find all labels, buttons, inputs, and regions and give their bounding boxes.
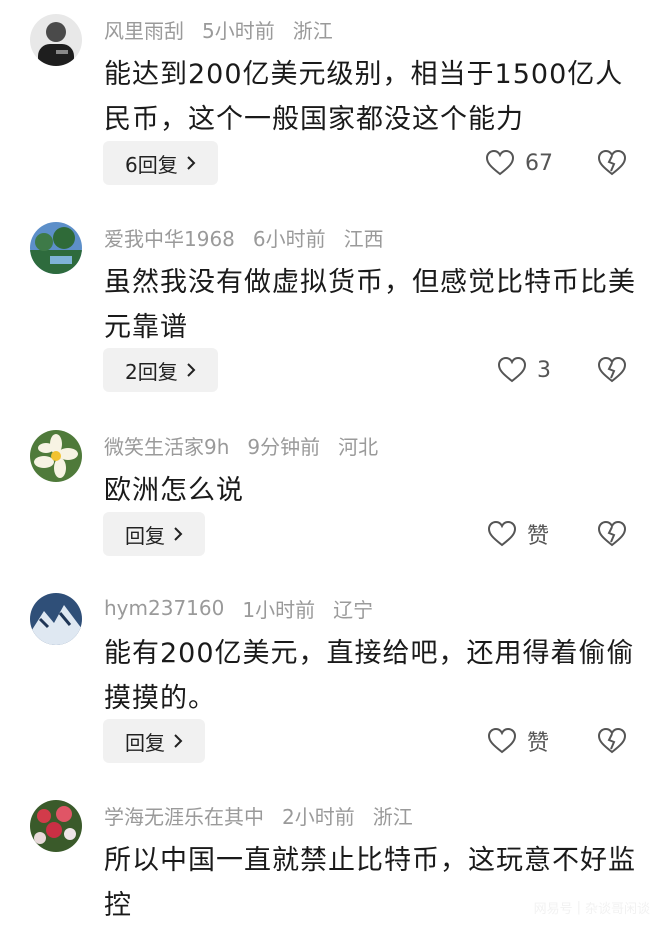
comment-meta: hym237160 1小时前 辽宁: [104, 593, 391, 623]
like-count: 67: [525, 150, 553, 176]
timestamp: 9分钟前: [247, 434, 321, 459]
like-button[interactable]: 3: [497, 348, 551, 392]
chevron-right-icon: [174, 734, 183, 748]
comment-text: 欧洲怎么说: [104, 475, 244, 506]
broken-heart-icon: [597, 520, 627, 547]
chevron-right-icon: [174, 527, 183, 541]
watermark-divider: |: [576, 900, 581, 915]
reply-label: 回复: [125, 523, 165, 548]
heart-outline-icon: [487, 520, 517, 547]
location: 江西: [343, 226, 384, 251]
reply-button[interactable]: 回复: [103, 512, 205, 556]
broken-heart-icon: [597, 356, 627, 383]
location: 浙江: [292, 18, 333, 43]
timestamp: 6小时前: [252, 226, 326, 251]
comment-text: 能达到200亿美元级别，相当于1500亿人民币，这个一般国家都没这个能力: [104, 59, 624, 135]
like-count: 赞: [527, 731, 550, 756]
avatar[interactable]: [30, 593, 82, 645]
location: 浙江: [372, 804, 413, 829]
like-count: 3: [537, 357, 551, 383]
watermark-account: 杂谈哥闲谈: [584, 902, 650, 917]
comment-meta: 风里雨刮 5小时前 浙江: [104, 14, 351, 44]
chevron-right-icon: [187, 156, 196, 170]
broken-heart-icon: [597, 149, 627, 176]
dislike-button[interactable]: [597, 141, 627, 185]
username[interactable]: 微笑生活家9h: [104, 431, 229, 460]
timestamp: 2小时前: [282, 804, 355, 829]
reply-button[interactable]: 回复: [103, 719, 205, 763]
reply-label: 回复: [125, 730, 165, 755]
location: 辽宁: [333, 597, 374, 622]
avatar[interactable]: [30, 800, 82, 852]
username[interactable]: 爱我中华1968: [104, 223, 235, 252]
reply-button[interactable]: 6回复: [103, 141, 218, 185]
reply-label: 6回复: [125, 152, 178, 177]
reply-label: 2回复: [125, 359, 178, 384]
reply-button[interactable]: 2回复: [103, 348, 218, 392]
watermark: 网易号 | 杂谈哥闲谈: [534, 898, 650, 917]
like-button[interactable]: 赞: [487, 719, 549, 763]
like-button[interactable]: 67: [485, 141, 553, 185]
like-count: 赞: [527, 524, 550, 549]
broken-heart-icon: [597, 727, 627, 754]
comment-text: 能有200亿美元，直接给吧，还用得着偷偷摸摸的。: [104, 638, 635, 714]
location: 河北: [338, 434, 379, 459]
chevron-right-icon: [187, 363, 196, 377]
comment-meta: 微笑生活家9h 9分钟前 河北: [104, 430, 396, 460]
avatar[interactable]: [30, 14, 82, 66]
dislike-button[interactable]: [597, 719, 627, 763]
heart-outline-icon: [485, 149, 515, 176]
avatar[interactable]: [30, 430, 82, 482]
like-button[interactable]: 赞: [487, 512, 549, 556]
heart-outline-icon: [497, 356, 527, 383]
dislike-button[interactable]: [597, 512, 627, 556]
username[interactable]: 风里雨刮: [104, 15, 184, 44]
username[interactable]: hym237160: [104, 596, 224, 620]
comment-meta: 学海无涯乐在其中 2小时前 浙江: [104, 800, 431, 830]
heart-outline-icon: [487, 727, 517, 754]
comment-text: 虽然我没有做虚拟货币，但感觉比特币比美元靠谱: [104, 267, 636, 343]
dislike-button[interactable]: [597, 348, 627, 392]
username[interactable]: 学海无涯乐在其中: [104, 801, 264, 830]
avatar[interactable]: [30, 222, 82, 274]
watermark-brand: 网易号: [533, 902, 573, 917]
comment-meta: 爱我中华1968 6小时前 江西: [104, 222, 402, 252]
timestamp: 5小时前: [202, 18, 275, 43]
timestamp: 1小时前: [242, 597, 316, 622]
